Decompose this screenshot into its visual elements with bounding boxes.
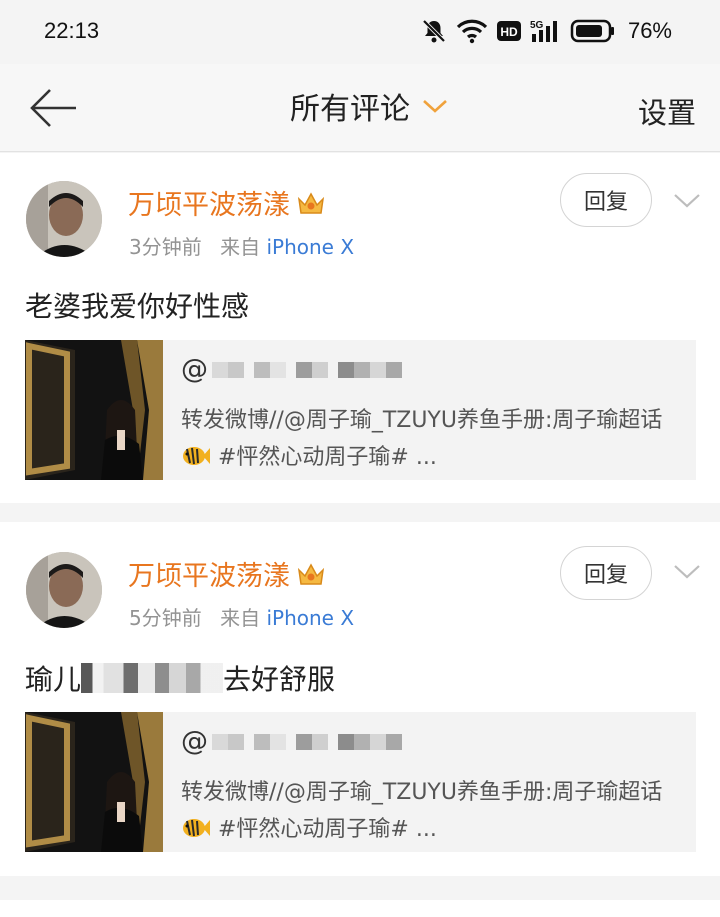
mute-bell-icon [422, 19, 446, 43]
reply-button[interactable]: 回复 [560, 173, 652, 227]
repost-thumbnail [25, 712, 163, 852]
repost-text: 转发微博//@周子瑜_TZUYU养鱼手册:周子瑜超话 #怦然心动周子瑜# ... [181, 780, 663, 842]
battery-percent: 76% [627, 18, 672, 43]
device-link[interactable]: iPhone X [266, 606, 354, 630]
vip-crown-icon [297, 562, 325, 585]
status-bar: 22:13 HD 5G 76% [0, 0, 720, 64]
censored-username [212, 361, 402, 378]
username[interactable]: 万顷平波荡漾 [128, 183, 326, 222]
chevron-down-icon [423, 100, 447, 113]
repost-card[interactable]: @ 转发微博//@周子瑜_TZUYU养鱼手册:周子瑜超话 #怦然心动周子瑜# .… [25, 340, 696, 480]
avatar[interactable] [26, 181, 102, 257]
comment-text: 瑜儿 去好舒服 [25, 663, 336, 696]
page-title: 所有评论 [290, 92, 410, 127]
device-link[interactable]: iPhone X [266, 235, 354, 259]
comment-meta: 5分钟前 来自 iPhone X [129, 602, 354, 631]
comment-item: 万顷平波荡漾 5分钟前 来自 iPhone X 回复 瑜儿 去好舒服 @ 转发微… [0, 522, 720, 876]
battery-icon [570, 19, 614, 43]
chevron-down-icon[interactable] [672, 191, 702, 211]
repost-user: @ [181, 354, 402, 385]
censored-username [212, 733, 402, 750]
svg-text:HD: HD [500, 25, 518, 39]
username[interactable]: 万顷平波荡漾 [128, 554, 326, 593]
avatar[interactable] [26, 552, 102, 628]
comment-filter-dropdown[interactable]: 所有评论 [290, 84, 448, 128]
hd-icon: HD [496, 21, 521, 41]
censored-text [81, 663, 224, 693]
fish-emoji-icon [183, 447, 210, 465]
wifi-icon [456, 19, 488, 44]
repost-card[interactable]: @ 转发微博//@周子瑜_TZUYU养鱼手册:周子瑜超话 #怦然心动周子瑜# .… [25, 712, 696, 852]
reply-button[interactable]: 回复 [560, 546, 652, 600]
repost-thumbnail [25, 340, 163, 480]
fish-emoji-icon [183, 819, 210, 837]
comment-meta: 3分钟前 来自 iPhone X [129, 231, 354, 260]
from-label: 来自 [220, 606, 261, 630]
vip-crown-icon [297, 191, 325, 214]
status-time: 22:13 [44, 18, 100, 43]
back-arrow-icon[interactable] [26, 86, 82, 130]
comment-time: 3分钟前 [129, 235, 202, 259]
from-label: 来自 [220, 235, 261, 259]
svg-text:5G: 5G [530, 20, 544, 31]
comment-item: 万顷平波荡漾 3分钟前 来自 iPhone X 回复 老婆我爱你好性感 @ 转发… [0, 153, 720, 503]
chevron-down-icon[interactable] [672, 562, 702, 582]
repost-text: 转发微博//@周子瑜_TZUYU养鱼手册:周子瑜超话 #怦然心动周子瑜# ... [181, 408, 663, 470]
settings-button[interactable]: 设置 [638, 90, 696, 132]
repost-user: @ [181, 726, 402, 757]
nav-bar: 所有评论 设置 [0, 64, 720, 152]
signal-5g-icon: 5G [530, 20, 557, 42]
next-comment-peek [0, 900, 720, 917]
comment-time: 5分钟前 [129, 606, 202, 630]
comment-text: 老婆我爱你好性感 [25, 290, 250, 323]
status-icons: HD 5G 76% [420, 17, 672, 45]
